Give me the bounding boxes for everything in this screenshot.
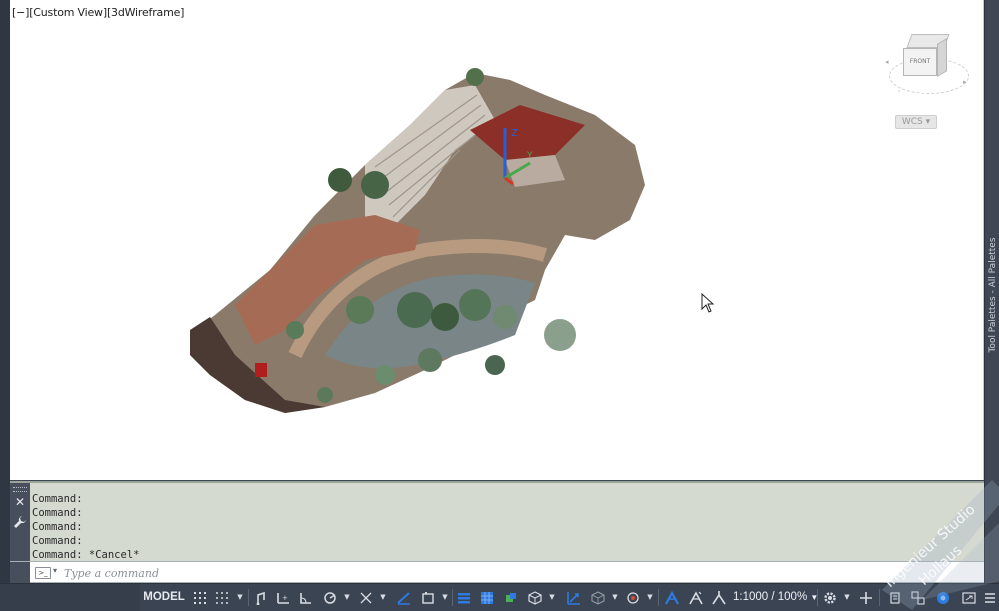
status-separator <box>817 589 818 606</box>
gizmo-dropdown-caret[interactable]: ▼ <box>611 593 619 601</box>
grid-icon[interactable] <box>192 589 208 606</box>
viewcube-front-face[interactable]: FRONT <box>903 48 937 76</box>
status-bar-left-area <box>0 584 140 611</box>
svg-text:Z: Z <box>511 128 518 139</box>
wcs-menu[interactable]: WCS ▾ <box>895 115 937 129</box>
polar-icon[interactable] <box>298 589 314 606</box>
command-history-line: Command: *Cancel* <box>32 549 140 561</box>
left-frame-strip <box>0 0 10 583</box>
gear-icon[interactable] <box>822 589 838 606</box>
command-history-text: Command: Command: Command: Command: Command:… <box>32 492 139 562</box>
quick-properties-icon[interactable] <box>887 589 903 606</box>
annotation-visibility-icon[interactable] <box>625 589 641 606</box>
command-input[interactable] <box>64 564 964 582</box>
mouse-cursor-icon <box>701 293 715 313</box>
auto-scale-icon[interactable] <box>664 589 680 606</box>
annotation-scale-menu[interactable]: 1:1000 / 100% ▼ <box>733 587 818 608</box>
chevron-down-icon[interactable]: ▾ <box>53 566 57 575</box>
osnap-icon[interactable] <box>358 589 374 606</box>
command-input-row: >_ ▾ <box>10 561 984 584</box>
wrench-icon[interactable] <box>13 515 27 529</box>
command-history-line: Command: <box>32 535 83 547</box>
infer-icon[interactable] <box>253 589 269 606</box>
status-separator <box>248 589 249 606</box>
status-bar: MODEL ▼ + ▼ ▼ ▼ ▼ ▼ ▼ 1:1000 / 100% ▼ ▼ <box>0 583 999 611</box>
transparency-icon[interactable] <box>456 589 472 606</box>
ucs-icon: Z Y <box>503 128 533 186</box>
point-cloud-red-object <box>255 363 267 377</box>
gear-dropdown-caret[interactable]: ▼ <box>843 593 851 601</box>
workspace-icon[interactable] <box>711 589 727 606</box>
annotation-visibility-dropdown-caret[interactable]: ▼ <box>646 593 654 601</box>
command-history-panel: ✕ Command: Command: Command: Command: Comman… <box>10 481 984 563</box>
recent-commands-icon[interactable]: >_ <box>35 567 51 579</box>
compass-west-mark: ◂ <box>885 58 889 66</box>
view-control[interactable]: [Custom View] <box>29 6 107 19</box>
tool-palettes-label: Tool Palettes - All Palettes <box>987 237 998 353</box>
3d-osnap-icon[interactable] <box>503 589 519 606</box>
units-icon[interactable] <box>858 589 874 606</box>
close-icon[interactable]: ✕ <box>13 495 27 509</box>
svg-text:Y: Y <box>526 151 533 161</box>
lineweight-dropdown-caret[interactable]: ▼ <box>441 593 449 601</box>
visual-style-control[interactable]: [3dWireframe] <box>107 6 185 19</box>
command-history-line: Command: <box>32 493 83 505</box>
drawing-viewport[interactable]: [−][Custom View][3dWireframe] Z Y FRONT … <box>10 0 984 480</box>
command-history-line: Command: <box>32 521 83 533</box>
autocad-window: [−][Custom View][3dWireframe] Z Y FRONT … <box>0 0 999 611</box>
status-separator <box>658 589 659 606</box>
point-cloud-model[interactable] <box>175 55 655 430</box>
lineweight-icon[interactable] <box>420 589 436 606</box>
2d-osnap-icon[interactable] <box>396 589 412 606</box>
viewcube-right-face[interactable] <box>937 38 947 77</box>
ortho-icon[interactable]: + <box>275 589 291 606</box>
dynamic-ucs-dropdown-caret[interactable]: ▼ <box>548 593 556 601</box>
snap-icon[interactable] <box>214 589 230 606</box>
status-separator <box>879 589 880 606</box>
annotation-scale-label: 1:1000 / 100% <box>733 591 808 603</box>
isodraft-dropdown-caret[interactable]: ▼ <box>343 593 351 601</box>
snap-dropdown-caret[interactable]: ▼ <box>236 593 244 601</box>
isodraft-icon[interactable] <box>322 589 338 606</box>
compass-east-mark: ▸ <box>963 78 967 86</box>
clean-screen-icon[interactable] <box>961 589 977 606</box>
customization-menu-icon[interactable] <box>982 589 998 606</box>
status-separator <box>452 589 453 606</box>
wcs-label: WCS <box>901 117 923 127</box>
selection-filter-icon[interactable] <box>566 589 582 606</box>
viewport-minimize-control[interactable]: [−] <box>12 6 29 19</box>
tool-palettes-strip[interactable]: Tool Palettes - All Palettes <box>984 0 999 583</box>
dynamic-ucs-icon[interactable] <box>527 589 543 606</box>
hardware-acceleration-icon[interactable] <box>935 589 951 606</box>
viewcube[interactable]: FRONT ◂ ▸ ◦ WCS ▾ <box>885 28 975 138</box>
annotation-scale-icon[interactable] <box>688 589 704 606</box>
svg-text:+: + <box>282 594 288 602</box>
selection-cycling-icon[interactable] <box>479 589 495 606</box>
command-panel-handle[interactable]: ✕ <box>10 483 30 563</box>
model-space-button[interactable]: MODEL <box>140 587 188 608</box>
command-input-handle <box>10 562 30 584</box>
lock-ui-icon[interactable] <box>910 589 926 606</box>
gizmo-icon[interactable] <box>590 589 606 606</box>
command-history-line: Command: <box>32 507 83 519</box>
compass-south-mark: ◦ <box>897 88 902 96</box>
osnap-dropdown-caret[interactable]: ▼ <box>379 593 387 601</box>
tool-palettes-title[interactable]: Tool Palettes - All Palettes <box>985 230 999 360</box>
grip-icon[interactable] <box>13 487 27 492</box>
viewport-controls: [−][Custom View][3dWireframe] <box>12 6 184 19</box>
